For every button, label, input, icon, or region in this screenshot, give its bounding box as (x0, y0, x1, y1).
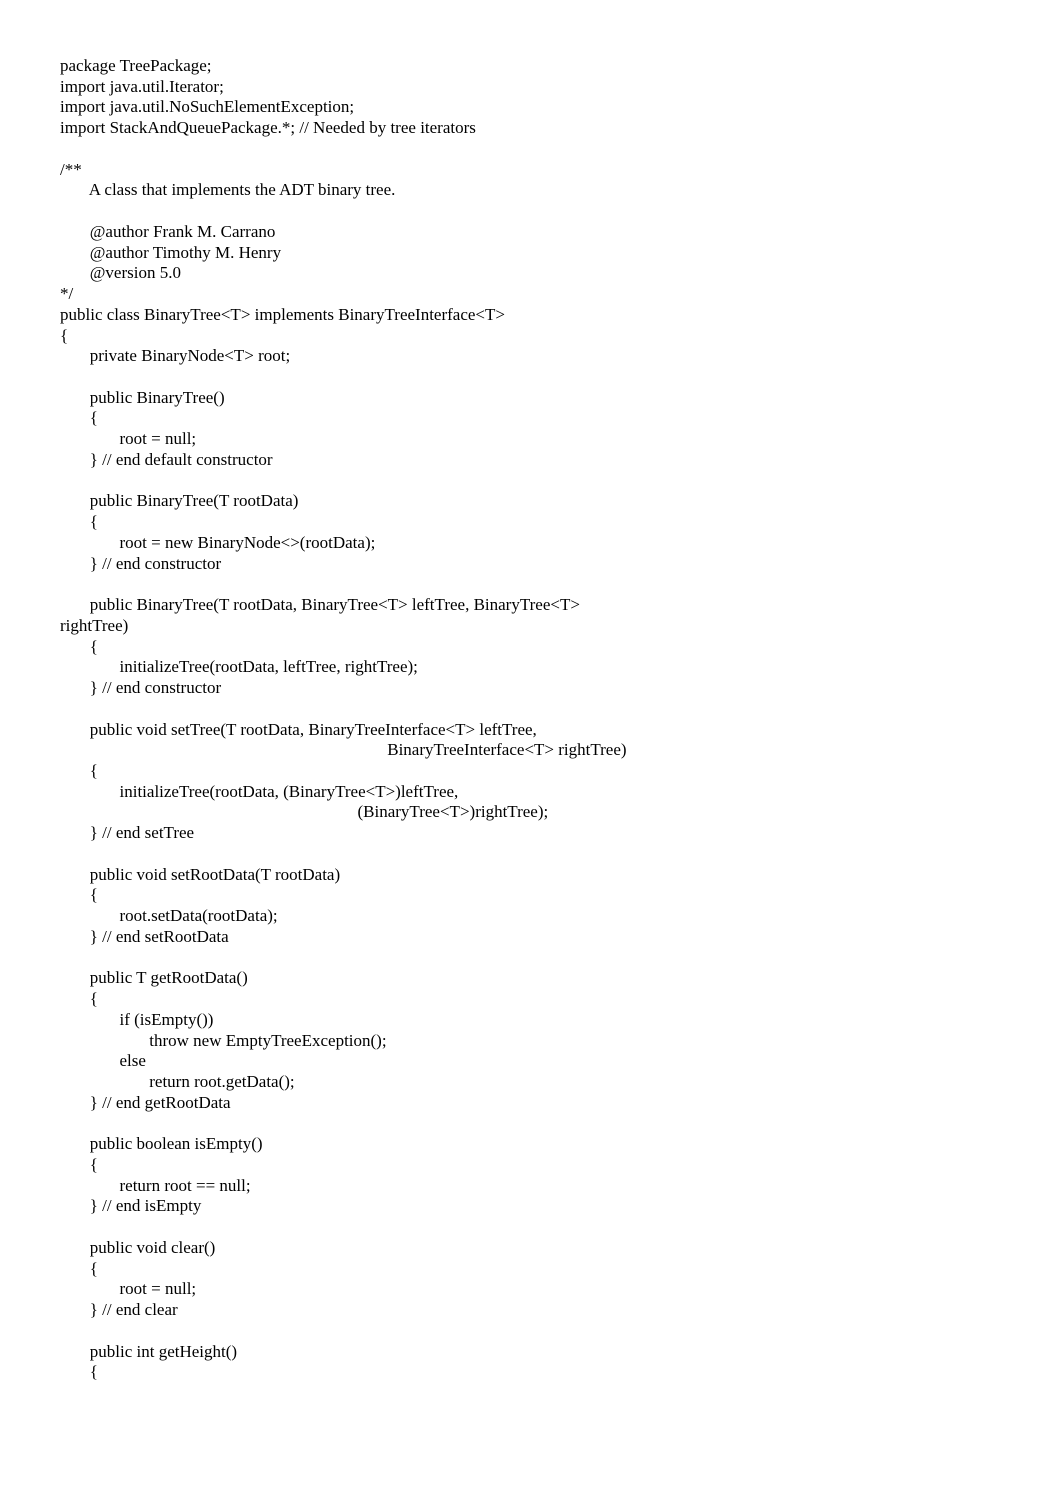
code-content: package TreePackage; import java.util.It… (60, 56, 627, 1381)
code-document: package TreePackage; import java.util.It… (0, 0, 1062, 1506)
